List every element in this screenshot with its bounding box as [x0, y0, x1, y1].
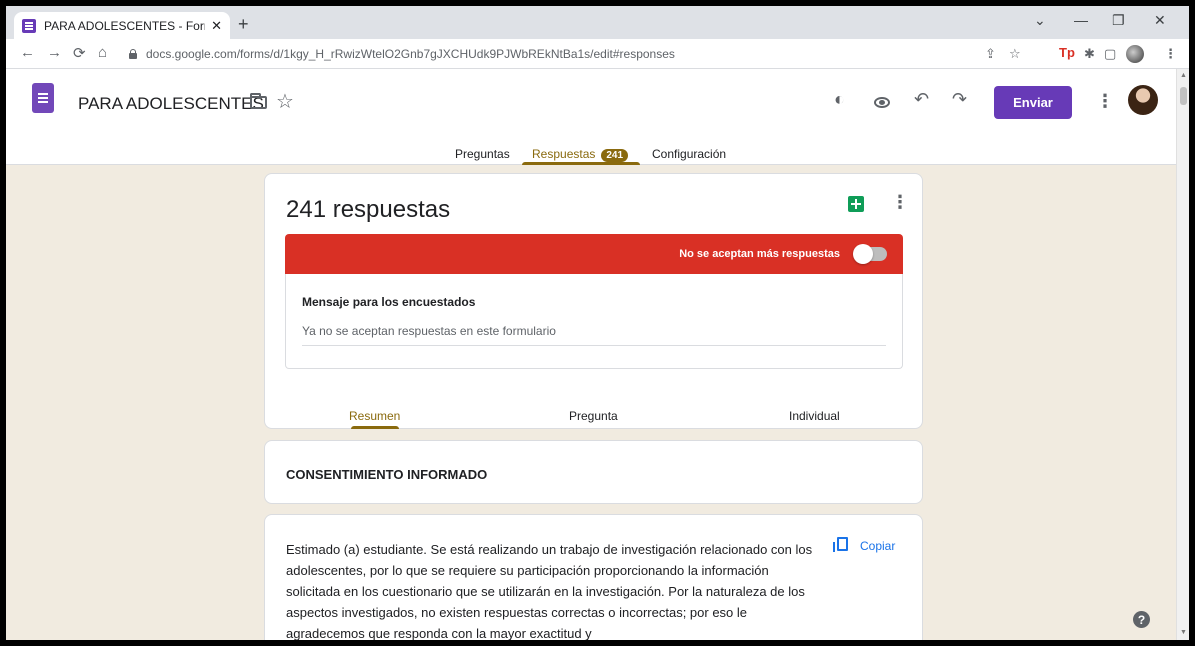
help-icon[interactable]: ?	[1133, 611, 1150, 628]
back-icon[interactable]: ←	[20, 44, 35, 61]
respondent-message-label: Mensaje para los encuestados	[302, 295, 476, 309]
star-icon[interactable]: ☆	[276, 89, 294, 114]
tab-respuestas[interactable]: Respuestas 241	[532, 147, 629, 162]
tab-configuracion[interactable]: Configuración	[652, 147, 726, 161]
vertical-scrollbar[interactable]: ▲ ▼	[1176, 69, 1189, 640]
palette-icon[interactable]: ◐	[834, 89, 845, 110]
forward-icon[interactable]: →	[47, 44, 62, 61]
undo-icon[interactable]: ↶	[914, 89, 929, 110]
url-text: docs.google.com/forms/d/1kgy_H_rRwizWtel…	[146, 47, 675, 61]
more-options-icon[interactable]: ⋮	[1096, 91, 1114, 112]
responses-more-icon[interactable]: ⋮	[891, 192, 909, 213]
responses-count-badge: 241	[601, 149, 629, 162]
form-title[interactable]: PARA ADOLESCENTES	[78, 94, 264, 114]
profile-avatar[interactable]	[1126, 45, 1144, 63]
folder-icon[interactable]	[250, 93, 267, 109]
tab-search-icon[interactable]: ⌄	[1034, 12, 1046, 29]
tab-preguntas[interactable]: Preguntas	[455, 147, 510, 161]
browser-menu-icon[interactable]: ⋮	[1164, 46, 1177, 62]
copy-button[interactable]: Copiar	[860, 539, 895, 553]
sheets-link-icon[interactable]	[848, 196, 864, 212]
accepting-responses-label: No se aceptan más respuestas	[679, 248, 840, 260]
responses-card: 241 respuestas ⋮ No se aceptan más respu…	[264, 173, 923, 429]
preview-eye-icon[interactable]	[874, 97, 890, 108]
form-tabs: Preguntas Respuestas 241 Configuración	[6, 142, 1189, 165]
extensions-puzzle-icon[interactable]: ✱	[1084, 46, 1095, 62]
close-window-button[interactable]: ✕	[1154, 12, 1166, 29]
send-button[interactable]: Enviar	[994, 86, 1072, 119]
bookmark-star-icon[interactable]: ☆	[1009, 46, 1021, 62]
redo-icon[interactable]: ↷	[952, 89, 967, 110]
forms-logo-icon[interactable]	[32, 83, 54, 113]
section-card: CONSENTIMIENTO INFORMADO	[264, 440, 923, 504]
reload-icon[interactable]: ⟳	[73, 44, 86, 62]
responses-count-title: 241 respuestas	[286, 196, 451, 223]
scroll-down-icon[interactable]: ▼	[1180, 629, 1187, 636]
description-text: Estimado (a) estudiante. Se está realiza…	[286, 542, 813, 640]
section-title: CONSENTIMIENTO INFORMADO	[286, 467, 488, 482]
lock-icon	[128, 49, 138, 59]
scrollbar-thumb[interactable]	[1180, 87, 1187, 105]
tab-close-icon[interactable]: ✕	[211, 18, 222, 34]
forms-favicon-icon	[22, 18, 36, 33]
minimize-button[interactable]: —	[1074, 12, 1088, 28]
copy-icon[interactable]	[833, 537, 848, 552]
share-icon[interactable]: ⇪	[985, 46, 996, 62]
active-tab-indicator	[522, 162, 640, 165]
description-card: Estimado (a) estudiante. Se está realiza…	[264, 514, 923, 640]
home-icon[interactable]: ⌂	[98, 44, 107, 61]
browser-toolbar: ← → ⟳ ⌂ docs.google.com/forms/d/1kgy_H_r…	[6, 39, 1189, 69]
subtab-individual[interactable]: Individual	[789, 409, 840, 423]
subtab-resumen[interactable]: Resumen	[349, 409, 400, 423]
tp-extension-icon[interactable]: Tp	[1059, 45, 1075, 60]
browser-window: PARA ADOLESCENTES - Formula ✕ + ⌄ — ❐ ✕ …	[6, 6, 1189, 640]
address-bar[interactable]: docs.google.com/forms/d/1kgy_H_rRwizWtel…	[128, 42, 1048, 66]
scroll-up-icon[interactable]: ▲	[1180, 72, 1187, 79]
accepting-responses-bar: No se aceptan más respuestas	[285, 234, 903, 274]
restore-button[interactable]: ❐	[1112, 12, 1125, 29]
side-panel-icon[interactable]: ▢	[1104, 46, 1116, 62]
tab-respuestas-label: Respuestas	[532, 147, 596, 161]
respondent-message-input[interactable]: Ya no se aceptan respuestas en este form…	[302, 324, 886, 346]
new-tab-button[interactable]: +	[238, 14, 249, 35]
tab-title: PARA ADOLESCENTES - Formula	[44, 18, 205, 33]
forms-header: PARA ADOLESCENTES ☆ ◐ ↶ ↷ Enviar ⋮ Pregu…	[6, 69, 1189, 165]
subtab-indicator	[351, 426, 399, 429]
respondent-message-box: Mensaje para los encuestados Ya no se ac…	[285, 274, 903, 369]
user-avatar[interactable]	[1128, 85, 1158, 115]
subtab-pregunta[interactable]: Pregunta	[569, 409, 618, 423]
accepting-responses-toggle[interactable]	[853, 244, 887, 264]
tab-strip: PARA ADOLESCENTES - Formula ✕ + ⌄ — ❐ ✕	[6, 6, 1189, 39]
browser-tab[interactable]: PARA ADOLESCENTES - Formula ✕	[14, 12, 230, 39]
